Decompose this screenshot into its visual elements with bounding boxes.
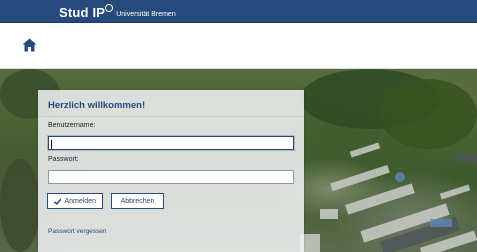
cancel-button-label: Abbrechen [120, 197, 155, 205]
username-input[interactable] [48, 136, 294, 150]
check-icon [54, 198, 62, 205]
top-header-bar: Stud IP Universität Bremen [0, 0, 477, 23]
login-divider [38, 116, 304, 117]
password-label: Passwort: [48, 156, 79, 163]
login-button[interactable]: Anmelden [47, 193, 103, 209]
cancel-button[interactable]: Abbrechen [111, 193, 164, 209]
logo-ring-icon [105, 4, 114, 12]
password-input[interactable] [48, 170, 294, 184]
university-name: Universität Bremen [116, 11, 176, 18]
studip-logo[interactable]: Stud IP Universität Bremen [59, 4, 176, 20]
logo-text: Stud IP [59, 5, 106, 20]
login-title: Herzlich willkommen! [48, 100, 146, 111]
forgot-password-link[interactable]: Passwort vergessen [48, 228, 107, 235]
login-button-label: Anmelden [64, 197, 96, 205]
navigation-bar [0, 23, 477, 69]
login-panel: Herzlich willkommen! Benutzername: Passw… [38, 90, 304, 252]
username-label: Benutzername: [48, 122, 96, 129]
page: Stud IP Universität Bremen Herzlich will… [0, 0, 477, 252]
text-caret [51, 140, 52, 149]
home-icon[interactable] [22, 38, 37, 52]
